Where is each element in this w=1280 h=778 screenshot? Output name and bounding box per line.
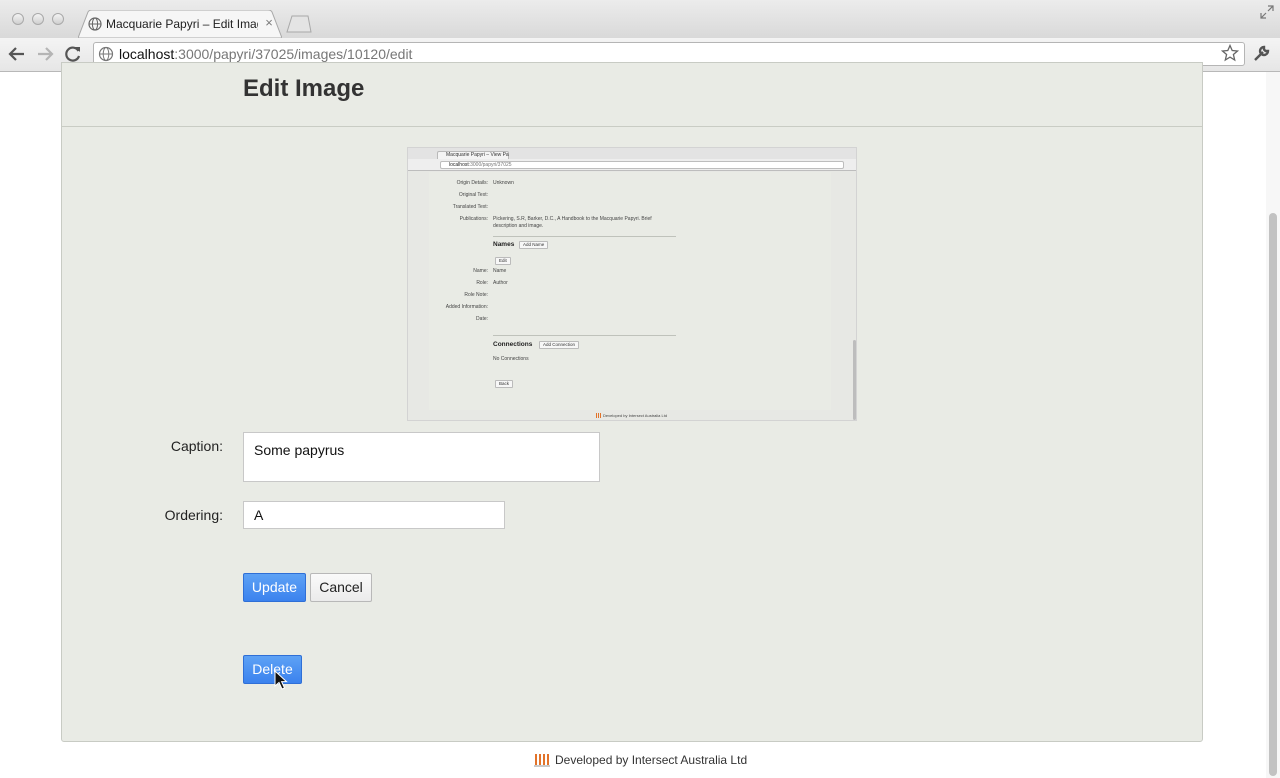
title-divider	[62, 126, 1202, 127]
preview-url-path: :3000/papyri/37025	[468, 162, 512, 168]
preview-add-connection-button: Add Connection	[539, 341, 580, 349]
cancel-button[interactable]: Cancel	[310, 573, 372, 602]
papyrus-image-preview: Macquarie Papyri – View Pa localhost:300…	[407, 147, 857, 421]
update-button[interactable]: Update	[243, 573, 306, 602]
url-text: localhost:3000/papyri/37025/images/10120…	[119, 45, 412, 63]
preview-edit-button: Edit	[495, 257, 511, 265]
preview-name-value: Name	[493, 268, 507, 274]
preview-page	[429, 172, 831, 410]
caption-input[interactable]: Some papyrus	[243, 432, 600, 482]
scrollbar-thumb[interactable]	[1269, 213, 1277, 776]
intersect-logo-icon	[534, 754, 550, 767]
preview-tab-title: Macquarie Papyri – View Pa	[446, 152, 509, 158]
preview-name-label: Name:	[473, 268, 488, 274]
bookmark-star-icon[interactable]	[1221, 44, 1239, 62]
forward-arrow-icon[interactable]	[35, 44, 55, 64]
page-title: Edit Image	[243, 75, 365, 102]
preview-connections-heading: Connections	[493, 341, 533, 348]
preview-field-value: Unknown	[493, 180, 514, 186]
preview-url-host: localhost	[449, 162, 469, 168]
ordering-label: Ordering:	[164, 507, 223, 523]
preview-divider	[493, 236, 676, 237]
preview-divider	[493, 335, 676, 336]
tab-close-icon[interactable]: ×	[262, 15, 276, 31]
ordering-input[interactable]	[243, 501, 505, 529]
preview-name-label: Role Note:	[464, 292, 488, 298]
preview-footer-text: Developed by Intersect Australia Ltd	[603, 413, 668, 418]
window-close-button[interactable]	[12, 13, 24, 25]
preview-name-label: Date:	[476, 316, 488, 322]
preview-url: localhost:3000/papyri/37025	[449, 162, 512, 168]
new-tab-button[interactable]	[286, 15, 312, 33]
mouse-pointer-icon	[274, 670, 288, 690]
preview-field-label: Publications:	[459, 216, 488, 222]
fullscreen-icon[interactable]	[1260, 5, 1274, 19]
preview-name-value: Author	[493, 280, 508, 286]
wrench-icon[interactable]	[1252, 43, 1272, 63]
window-zoom-button[interactable]	[52, 13, 64, 25]
globe-icon	[88, 17, 102, 31]
preview-field-label: Original Text:	[458, 192, 488, 198]
preview-field-label: Origin Details:	[456, 180, 488, 186]
footer-text: Developed by Intersect Australia Ltd	[555, 753, 748, 767]
tab-title: Macquarie Papyri – Edit Imag	[106, 17, 258, 31]
preview-field-value: description and image.	[493, 223, 544, 229]
preview-scrollbar	[853, 340, 856, 420]
url-path: :3000/papyri/37025/images/10120/edit	[174, 46, 413, 62]
url-host: localhost	[119, 46, 175, 62]
preview-names-heading: Names	[493, 241, 515, 248]
preview-name-label: Added Information:	[445, 304, 488, 310]
preview-add-name-button: Add Name	[519, 241, 549, 249]
reload-icon[interactable]	[63, 44, 83, 64]
caption-label: Caption:	[170, 438, 223, 454]
delete-button[interactable]: Delete	[243, 655, 302, 684]
window-minimize-button[interactable]	[32, 13, 44, 25]
preview-field-label: Translated Text:	[452, 204, 488, 210]
preview-field-value: Pickering, S.R, Barker, D.C., A Handbook…	[493, 216, 652, 222]
preview-intersect-logo-icon	[596, 413, 601, 418]
preview-back-button: Back	[495, 380, 514, 388]
preview-name-label: Role:	[476, 280, 488, 286]
back-arrow-icon[interactable]	[7, 44, 27, 64]
page-globe-icon	[98, 46, 114, 62]
preview-no-connections: No Connections	[493, 356, 529, 362]
